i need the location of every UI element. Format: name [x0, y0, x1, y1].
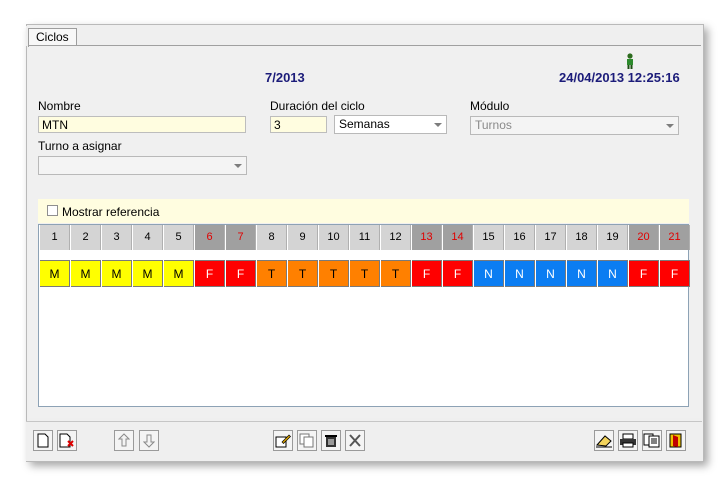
period-label: 7/2013 [265, 70, 305, 85]
unidad-select[interactable]: Semanas [334, 115, 447, 134]
edit-icon [275, 433, 291, 448]
shift-cell-5[interactable]: M [164, 260, 194, 287]
nombre-label: Nombre [38, 99, 81, 113]
day-header-13: 13 [412, 225, 442, 250]
day-header-21: 21 [660, 225, 690, 250]
day-header-19: 19 [598, 225, 628, 250]
arrow-up-icon [118, 433, 130, 448]
turno-select[interactable] [38, 156, 247, 175]
shift-cell-10[interactable]: T [319, 260, 349, 287]
copy-pages-icon [643, 433, 661, 448]
shift-cell-12[interactable]: T [381, 260, 411, 287]
duracion-field[interactable]: 3 [270, 116, 327, 133]
copy-pages-button[interactable] [642, 430, 662, 451]
new-document-button[interactable] [33, 430, 53, 451]
user-icon [627, 53, 633, 69]
print-icon [619, 433, 637, 448]
nombre-field[interactable]: MTN [38, 116, 246, 133]
reference-label: Mostrar referencia [62, 205, 160, 219]
exit-door-icon [669, 433, 683, 448]
tab-strip: Ciclos [26, 26, 702, 47]
datetime-label: 24/04/2013 12:25:16 [559, 70, 680, 85]
shift-cell-2[interactable]: M [71, 260, 101, 287]
shift-cell-18[interactable]: N [567, 260, 597, 287]
shift-cell-15[interactable]: N [474, 260, 504, 287]
chevron-down-icon [666, 124, 674, 128]
shift-cell-19[interactable]: N [598, 260, 628, 287]
shift-cell-1[interactable]: M [40, 260, 70, 287]
day-header-6: 6 [195, 225, 225, 250]
trash-icon [324, 433, 338, 448]
day-header-7: 7 [226, 225, 256, 250]
shift-cell-3[interactable]: M [102, 260, 132, 287]
exit-door-button[interactable] [666, 430, 686, 451]
day-header-5: 5 [164, 225, 194, 250]
chevron-down-icon [234, 164, 242, 168]
shift-cell-11[interactable]: T [350, 260, 380, 287]
shift-cell-20[interactable]: F [629, 260, 659, 287]
day-header-15: 15 [474, 225, 504, 250]
modulo-label: Módulo [470, 99, 510, 113]
shift-cell-14[interactable]: F [443, 260, 473, 287]
day-header-10: 10 [319, 225, 349, 250]
delete-document-icon [59, 433, 75, 448]
edit-button[interactable] [273, 430, 293, 451]
arrow-down-button[interactable] [139, 430, 159, 451]
day-header-12: 12 [381, 225, 411, 250]
duracion-label: Duración del ciclo [270, 99, 365, 113]
shift-cell-6[interactable]: F [195, 260, 225, 287]
cycle-grid [38, 224, 689, 407]
day-header-14: 14 [443, 225, 473, 250]
modulo-select[interactable]: Turnos [470, 116, 679, 135]
unidad-value: Semanas [339, 117, 390, 131]
day-header-2: 2 [71, 225, 101, 250]
copy-icon [299, 433, 315, 448]
day-header-4: 4 [133, 225, 163, 250]
reference-checkbox[interactable] [47, 205, 58, 216]
eraser-icon [595, 433, 613, 448]
day-header-9: 9 [288, 225, 318, 250]
print-button[interactable] [618, 430, 638, 451]
modulo-value: Turnos [475, 118, 512, 132]
day-header-20: 20 [629, 225, 659, 250]
trash-button[interactable] [321, 430, 341, 451]
day-header-17: 17 [536, 225, 566, 250]
shift-cell-9[interactable]: T [288, 260, 318, 287]
delete-document-button[interactable] [57, 430, 77, 451]
shift-cell-16[interactable]: N [505, 260, 535, 287]
day-header-16: 16 [505, 225, 535, 250]
clear-button[interactable] [345, 430, 365, 451]
day-header-18: 18 [567, 225, 597, 250]
new-document-icon [36, 433, 50, 448]
day-header-3: 3 [102, 225, 132, 250]
shift-cell-21[interactable]: F [660, 260, 690, 287]
day-header-11: 11 [350, 225, 380, 250]
chevron-down-icon [434, 123, 442, 127]
shift-cell-7[interactable]: F [226, 260, 256, 287]
shift-cell-4[interactable]: M [133, 260, 163, 287]
shift-cell-13[interactable]: F [412, 260, 442, 287]
day-header-1: 1 [40, 225, 70, 250]
copy-button[interactable] [297, 430, 317, 451]
clear-icon [347, 433, 363, 448]
turno-label: Turno a asignar [38, 139, 122, 153]
arrow-down-icon [143, 433, 155, 448]
eraser-button[interactable] [594, 430, 614, 451]
shift-cell-17[interactable]: N [536, 260, 566, 287]
shift-cell-8[interactable]: T [257, 260, 287, 287]
day-header-8: 8 [257, 225, 287, 250]
arrow-up-button[interactable] [114, 430, 134, 451]
